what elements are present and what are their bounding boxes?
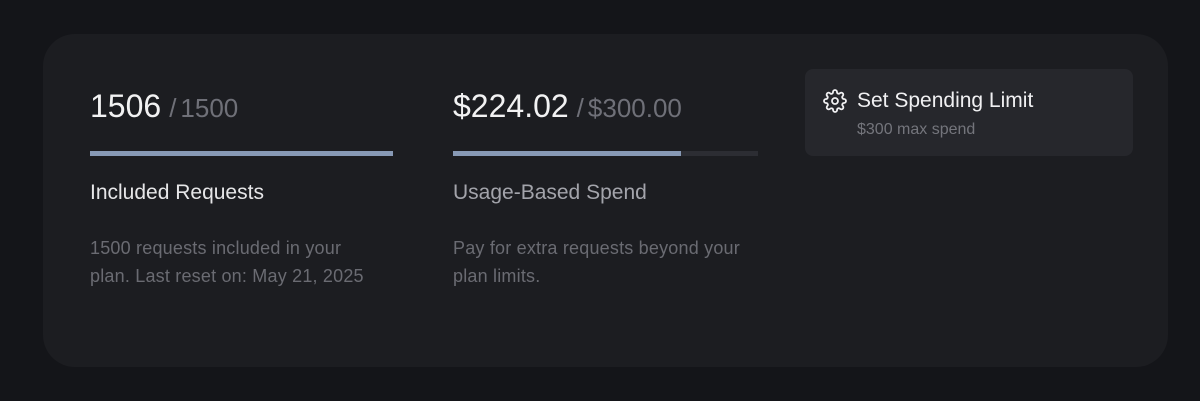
spend-description: Pay for extra requests beyond your plan … bbox=[453, 238, 740, 286]
spend-progress-bar bbox=[453, 151, 758, 156]
spend-progress-fill bbox=[453, 151, 681, 156]
requests-label: Included Requests bbox=[90, 181, 264, 204]
spend-amount: $224.02/$300.00 bbox=[453, 87, 682, 132]
requests-count: 1506/1500 bbox=[90, 87, 238, 132]
requests-progress-bar bbox=[90, 151, 393, 156]
set-spending-limit-button[interactable]: Set Spending Limit $300 max spend bbox=[805, 69, 1133, 156]
set-spending-limit-label: Set Spending Limit bbox=[857, 89, 1034, 112]
spend-used: $224.02 bbox=[453, 88, 569, 124]
spend-separator: / bbox=[576, 93, 584, 123]
requests-used: 1506 bbox=[90, 88, 162, 124]
requests-limit: 1500 bbox=[180, 93, 239, 123]
gear-icon bbox=[823, 89, 847, 113]
requests-description: 1500 requests included in your plan. Las… bbox=[90, 238, 364, 286]
requests-separator: / bbox=[169, 93, 177, 123]
usage-card: 1506/1500 Included Requests 1500 request… bbox=[43, 34, 1168, 367]
spend-limit: $300.00 bbox=[587, 93, 682, 123]
requests-progress-fill bbox=[90, 151, 393, 156]
max-spend-note: $300 max spend bbox=[857, 121, 976, 138]
spend-label: Usage-Based Spend bbox=[453, 181, 647, 204]
